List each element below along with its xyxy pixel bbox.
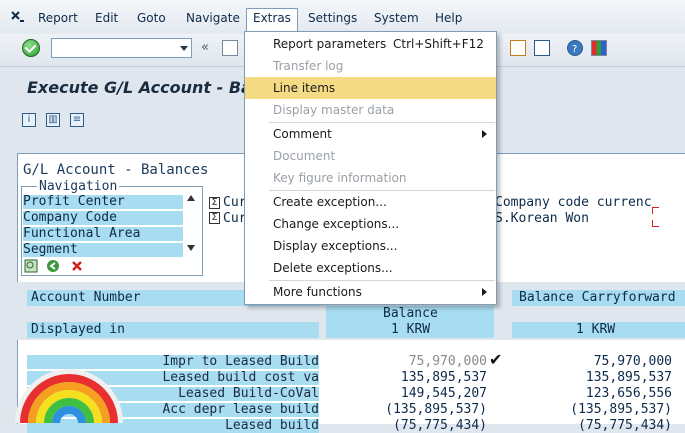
balance-unit: 1 KRW xyxy=(391,322,431,337)
menu-item-change-exceptions[interactable]: Change exceptions... xyxy=(245,213,496,235)
carryforward-header[interactable]: Balance Carryforward xyxy=(519,290,676,305)
report-header: G/L Account - Balances xyxy=(23,162,209,178)
menu-item-line-items[interactable]: Line items xyxy=(245,77,496,99)
info-icon[interactable]: i xyxy=(22,113,36,127)
balance-cell[interactable]: 149,545,207 xyxy=(326,386,487,401)
sap-logo-icon[interactable] xyxy=(10,9,26,25)
swap-icon[interactable] xyxy=(46,259,60,273)
balance-cell[interactable]: (135,895,537) xyxy=(326,402,487,417)
menu-bar: Report Edit Goto Navigate Extras Setting… xyxy=(0,0,685,34)
svg-text:?: ? xyxy=(572,44,577,55)
menu-item-display-master-data: Display master data xyxy=(273,103,395,117)
document-icon[interactable]: ≡ xyxy=(70,113,84,127)
menu-settings[interactable]: Settings xyxy=(308,11,357,25)
sum-icon: Σ xyxy=(209,212,220,224)
rainbow-icon xyxy=(14,350,124,423)
menu-extras[interactable]: Extras xyxy=(246,8,298,31)
submenu-arrow-icon xyxy=(482,130,487,138)
menu-help[interactable]: Help xyxy=(435,11,462,25)
balance-cell[interactable]: 75,970,000 xyxy=(326,354,487,369)
menu-edit[interactable]: Edit xyxy=(95,11,118,25)
carryforward-cell[interactable]: 135,895,537 xyxy=(512,370,672,385)
help-icon[interactable]: ? xyxy=(567,40,583,56)
carryforward-cell[interactable]: 75,970,000 xyxy=(512,354,672,369)
menu-goto[interactable]: Goto xyxy=(137,11,166,25)
menu-item-more-functions[interactable]: More functions xyxy=(245,281,496,303)
submenu-arrow-icon xyxy=(482,288,487,296)
displayed-in-label: Displayed in xyxy=(31,322,125,337)
info-value: S.Korean Won xyxy=(495,211,589,226)
navigation-scrollbar[interactable] xyxy=(185,193,197,255)
menu-report[interactable]: Report xyxy=(38,11,78,25)
nav-item-functional-area[interactable]: Functional Area xyxy=(23,227,183,241)
corner-marker xyxy=(652,207,659,214)
menu-item-document: Document xyxy=(273,149,336,163)
customize-layout-icon[interactable] xyxy=(591,40,607,56)
extras-dropdown-menu: Report parameters Ctrl+Shift+F12 Transfe… xyxy=(244,31,497,305)
navigation-legend: Navigation xyxy=(37,179,120,194)
nav-item-company-code[interactable]: Company Code xyxy=(23,211,183,225)
carryforward-unit: 1 KRW xyxy=(576,322,616,337)
balance-header[interactable]: Balance xyxy=(383,306,438,321)
nav-item-profit-center[interactable]: Profit Center xyxy=(23,195,183,209)
collapse-arrows-icon[interactable]: « xyxy=(201,40,209,55)
menu-item-key-figure-information: Key figure information xyxy=(273,171,407,185)
menu-item-transfer-log: Transfer log xyxy=(273,59,344,73)
balance-cell[interactable]: 135,895,537 xyxy=(326,370,487,385)
menu-system[interactable]: System xyxy=(374,11,419,25)
account-number-header[interactable]: Account Number xyxy=(31,290,141,305)
drilldown-icon[interactable] xyxy=(24,259,38,273)
shortcut-label: Ctrl+Shift+F12 xyxy=(393,37,484,51)
menu-item-comment[interactable]: Comment xyxy=(245,123,496,145)
menu-item-delete-exceptions[interactable]: Delete exceptions... xyxy=(245,257,496,279)
info-value: Company code currenc xyxy=(495,195,652,210)
menu-item-report-parameters[interactable]: Report parameters Ctrl+Shift+F12 xyxy=(245,33,496,55)
table-layout-icon[interactable]: ▥ xyxy=(46,113,60,127)
scroll-down-icon[interactable] xyxy=(187,245,195,251)
carryforward-cell[interactable]: (135,895,537) xyxy=(512,402,672,417)
info-label: Cur xyxy=(223,211,247,226)
new-session-icon[interactable] xyxy=(510,40,526,56)
info-label: Cur xyxy=(223,195,247,210)
scroll-up-icon[interactable] xyxy=(187,195,195,201)
shortcut-icon[interactable] xyxy=(534,40,550,56)
carryforward-cell[interactable]: 123,656,556 xyxy=(512,386,672,401)
menu-item-display-exceptions[interactable]: Display exceptions... xyxy=(245,235,496,257)
page-title: Execute G/L Account - Ba xyxy=(27,78,252,97)
corner-marker xyxy=(652,220,659,227)
command-field[interactable] xyxy=(51,38,192,58)
menu-item-create-exception[interactable]: Create exception... xyxy=(245,191,496,213)
carryforward-cell[interactable]: (75,775,434) xyxy=(512,418,672,433)
enter-check-icon[interactable] xyxy=(22,39,40,57)
balance-cell[interactable]: (75,775,434) xyxy=(326,418,487,433)
nav-item-segment[interactable]: Segment xyxy=(23,243,183,257)
chevron-down-icon[interactable] xyxy=(180,46,188,51)
delete-icon[interactable] xyxy=(70,259,84,273)
save-icon[interactable] xyxy=(222,40,238,56)
menu-navigate[interactable]: Navigate xyxy=(186,11,240,25)
checkmark-icon: ✔ xyxy=(489,350,503,369)
sum-icon: Σ xyxy=(209,197,220,209)
